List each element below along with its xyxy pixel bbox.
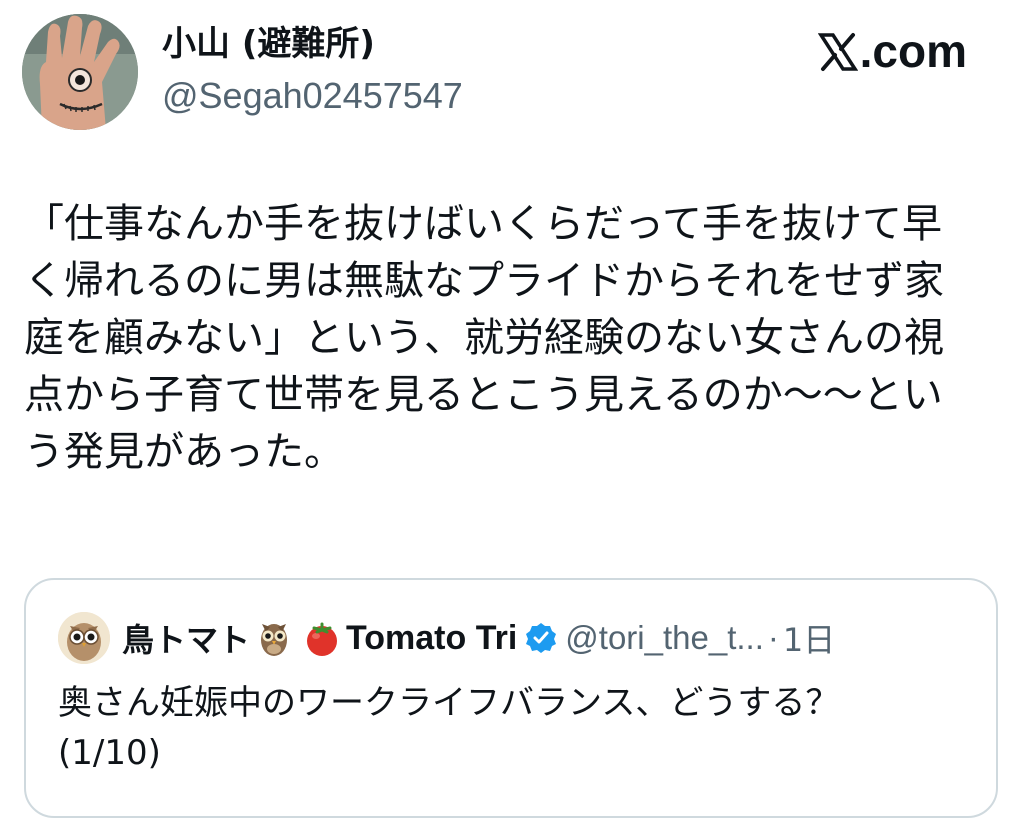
x-logo-icon — [817, 31, 858, 71]
verified-badge-icon — [525, 622, 557, 654]
quoted-tweet-text: 奥さん妊娠中のワークライフバランス、どうする？ (1/10) — [58, 678, 839, 778]
quoted-tweet-time[interactable]: 1日 — [783, 615, 835, 661]
tomato-emoji-icon — [304, 618, 340, 658]
quoted-tweet-card[interactable]: 鳥トマト Tomato Tri @tori_the_t... · 1日 奥さん妊… — [24, 578, 998, 818]
quoted-tweet-line: (1/10) — [58, 733, 161, 773]
tweet-line: 「仕事なんか手を抜けばいくらだって手を抜けて早 — [24, 201, 942, 247]
quoted-tweet-line: 奥さん妊娠中のワークライフバランス、どうする？ — [58, 683, 840, 723]
brand-domain-label: .com — [859, 25, 967, 77]
author-handle[interactable]: @Segah02457547 — [162, 74, 463, 118]
tweet-line: 庭を顧みない」という、就労経験のない女さんの視 — [24, 315, 944, 361]
owl-emoji-icon — [256, 618, 292, 658]
hand-eye-avatar-icon[interactable] — [22, 14, 138, 130]
tweet-line: く帰れるのに男は無駄なプライドからそれをせず家 — [24, 258, 944, 304]
quoted-author-handle[interactable]: @tori_the_t... — [565, 619, 764, 657]
brand-logo: .com — [817, 25, 967, 77]
owl-avatar-icon[interactable] — [58, 612, 110, 664]
quoted-author-name-suffix[interactable]: Tomato Tri — [346, 619, 517, 658]
author-display-name[interactable]: 小山 (避難所) — [162, 22, 375, 66]
quoted-tweet-header: 鳥トマト Tomato Tri @tori_the_t... · 1日 — [58, 610, 835, 666]
tweet-line: 点から子育て世帯を見るとこう見えるのか〜〜とい — [24, 372, 943, 418]
tweet-header: 小山 (避難所) @Segah02457547 .com — [0, 0, 1023, 150]
tweet-text: 「仕事なんか手を抜けばいくらだって手を抜けて早 く帰れるのに男は無駄なプライドか… — [24, 196, 984, 481]
quoted-author-name[interactable]: 鳥トマト — [122, 615, 250, 661]
separator-dot: · — [767, 619, 779, 656]
tweet-line: う発見があった。 — [24, 429, 344, 475]
